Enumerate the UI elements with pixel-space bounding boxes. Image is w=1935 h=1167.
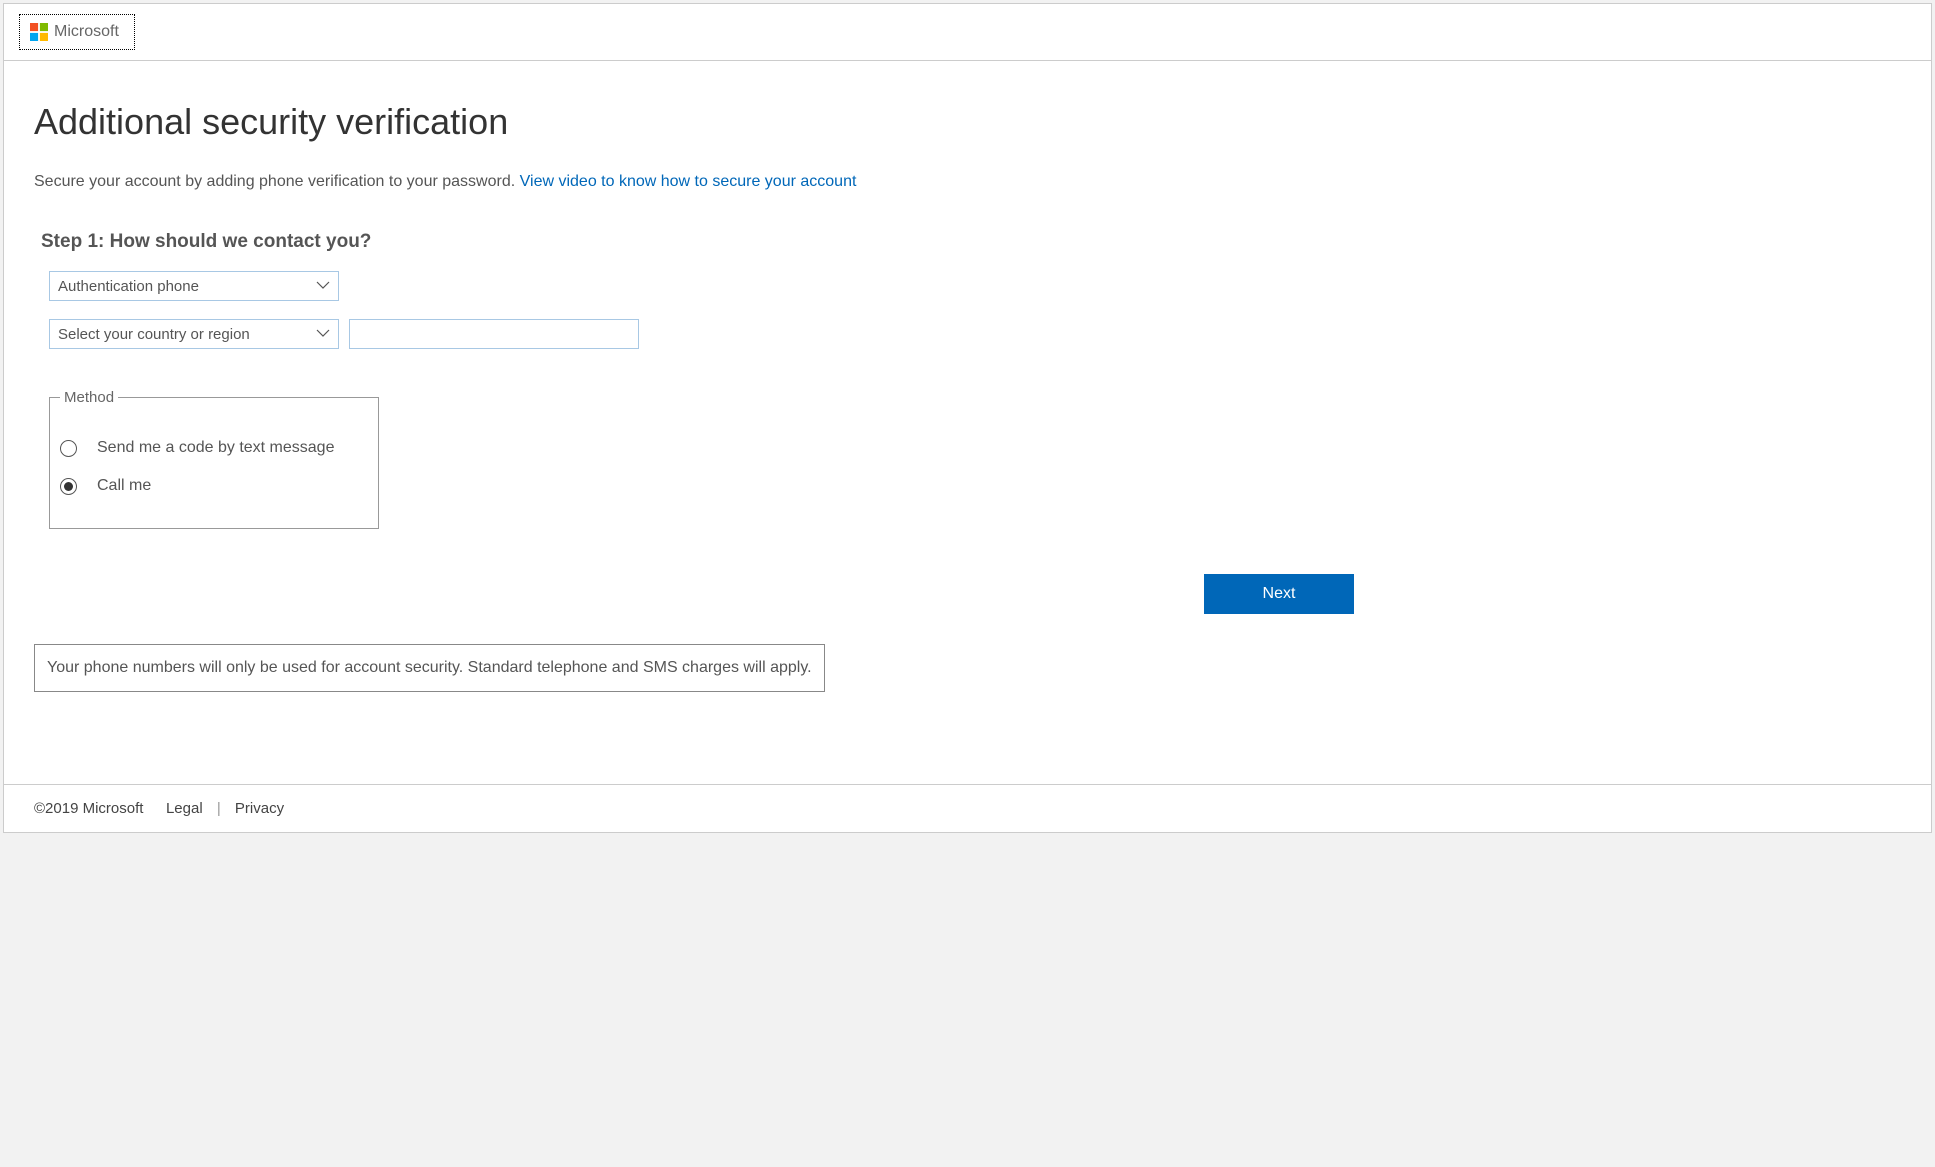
radio-option-text[interactable]: Send me a code by text message bbox=[60, 434, 368, 462]
country-region-dropdown[interactable]: Select your country or region bbox=[49, 319, 339, 349]
main-content: Additional security verification Secure … bbox=[4, 61, 1931, 712]
view-video-link[interactable]: View video to know how to secure your ac… bbox=[520, 173, 857, 190]
radio-text-label: Send me a code by text message bbox=[97, 439, 334, 457]
footer-copyright: ©2019 Microsoft bbox=[34, 800, 143, 817]
header: Microsoft bbox=[4, 4, 1931, 61]
chevron-down-icon bbox=[316, 328, 330, 340]
step-heading: Step 1: How should we contact you? bbox=[41, 231, 1901, 253]
chevron-down-icon bbox=[316, 280, 330, 292]
country-region-placeholder: Select your country or region bbox=[58, 326, 250, 343]
next-button[interactable]: Next bbox=[1204, 574, 1354, 614]
intro-text: Secure your account by adding phone veri… bbox=[34, 173, 1901, 191]
disclaimer-box: Your phone numbers will only be used for… bbox=[34, 644, 825, 692]
method-legend: Method bbox=[60, 389, 118, 406]
contact-method-selected: Authentication phone bbox=[58, 278, 199, 295]
microsoft-icon bbox=[30, 23, 48, 41]
radio-text-icon bbox=[60, 440, 77, 457]
radio-option-call[interactable]: Call me bbox=[60, 472, 368, 500]
contact-method-dropdown[interactable]: Authentication phone bbox=[49, 271, 339, 301]
form-area: Authentication phone Select your country… bbox=[49, 271, 1901, 529]
footer-separator: | bbox=[217, 800, 221, 817]
intro-description: Secure your account by adding phone veri… bbox=[34, 173, 520, 190]
phone-number-input[interactable] bbox=[349, 319, 639, 349]
phone-row: Select your country or region bbox=[49, 319, 1901, 349]
footer: ©2019 Microsoft Legal | Privacy bbox=[4, 784, 1931, 832]
footer-legal-link[interactable]: Legal bbox=[166, 800, 203, 817]
brand-logo[interactable]: Microsoft bbox=[19, 14, 135, 50]
brand-text: Microsoft bbox=[54, 23, 119, 41]
radio-call-label: Call me bbox=[97, 477, 151, 495]
radio-call-icon bbox=[60, 478, 77, 495]
page-title: Additional security verification bbox=[34, 101, 1901, 143]
method-fieldset: Method Send me a code by text message Ca… bbox=[49, 389, 379, 529]
footer-privacy-link[interactable]: Privacy bbox=[235, 800, 284, 817]
button-row: Next bbox=[34, 574, 1354, 614]
page-container: Microsoft Additional security verificati… bbox=[3, 3, 1932, 833]
